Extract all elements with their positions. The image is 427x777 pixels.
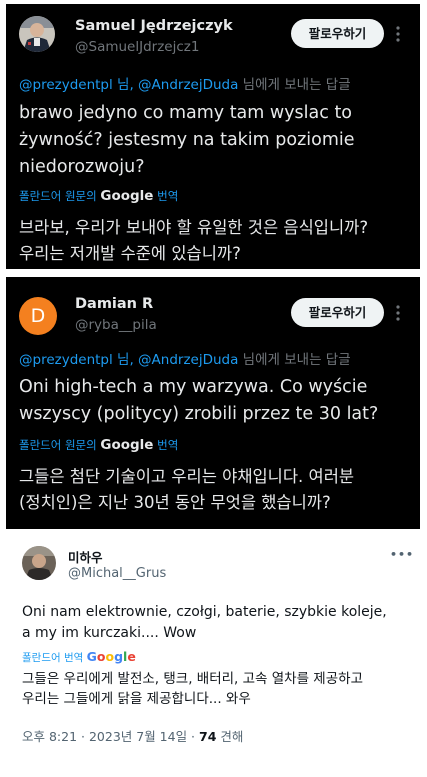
author-name[interactable]: 미하우 — [68, 547, 103, 566]
translation-attribution[interactable]: 폴란드어 원문의 Google 번역 — [19, 188, 178, 204]
reply-mentions-link[interactable]: @prezydentpl 님, @AndrzejDuda — [19, 352, 238, 368]
tweet-card-2: D Damian R @ryba__pila 팔로우하기 @prezydentp… — [6, 277, 420, 529]
more-options-icon[interactable] — [396, 305, 400, 321]
translated-text-line: 브라보, 우리가 보내야 할 유일한 것은 음식입니까? — [19, 218, 369, 237]
translated-text-line: 그들은 우리에게 발전소, 탱크, 배터리, 고속 열차를 제공하고 — [22, 671, 363, 687]
translated-text: 브라보, 우리가 보내야 할 유일한 것은 음식입니까? 우리는 저개발 수준에… — [19, 215, 419, 267]
translate-suffix: 번역 — [153, 438, 179, 452]
translated-text-line: (정치인)은 지난 30년 동안 무엇을 했습니까? — [19, 493, 331, 512]
avatar[interactable] — [22, 546, 56, 580]
translate-suffix: 번역 — [153, 189, 179, 203]
google-logo: Google — [100, 437, 154, 453]
tweet-card-3: 미하우 @Michal__Grus ••• Oni nam elektrowni… — [0, 533, 427, 773]
more-options-icon[interactable] — [396, 26, 400, 42]
translated-text-line: 그들은 첨단 기술이고 우리는 야채입니다. 여러분 — [19, 467, 355, 486]
views-label: 견해 — [216, 729, 244, 744]
tweet-text-line: a my im kurczaki.... Wow — [22, 625, 197, 641]
author-name[interactable]: Damian R — [75, 296, 153, 312]
reply-to-line: @prezydentpl 님, @AndrzejDuda 님에게 보내는 답글 — [19, 348, 351, 368]
translated-text: 그들은 첨단 기술이고 우리는 야채입니다. 여러분 (정치인)은 지난 30년… — [19, 464, 419, 516]
tweet-timestamp[interactable]: 오후 8:21 · 2023년 7월 14일 · — [22, 729, 199, 744]
follow-button[interactable]: 팔로우하기 — [291, 298, 384, 327]
tweet-text: Oni nam elektrownie, czołgi, baterie, sz… — [22, 602, 422, 644]
translated-text-line: 우리는 그들에게 닭을 제공합니다... 와우 — [22, 691, 251, 707]
google-logo: Google — [86, 649, 136, 664]
reply-suffix: 님에게 보내는 답글 — [238, 77, 351, 93]
views-count: 74 — [199, 729, 217, 744]
translation-attribution[interactable]: 폴란드어 원문의 Google 번역 — [19, 437, 178, 453]
tweet-text-line: brawo jedyno co mamy tam wyslac to — [19, 103, 353, 123]
profile-photo — [22, 546, 56, 580]
reply-mentions-link[interactable]: @prezydentpl 님, @AndrzejDuda — [19, 77, 238, 93]
translation-attribution[interactable]: 폴란드어 번역 Google — [22, 649, 136, 665]
author-handle[interactable]: @ryba__pila — [75, 317, 157, 333]
tweet-text-line: żywność? jestesmy na takim poziomie — [19, 130, 355, 150]
translated-text: 그들은 우리에게 발전소, 탱크, 배터리, 고속 열차를 제공하고 우리는 그… — [22, 669, 422, 709]
tweet-text-line: Oni high-tech a my warzywa. Co wyście — [19, 377, 368, 397]
tweet-text-line: Oni nam elektrownie, czołgi, baterie, sz… — [22, 604, 387, 620]
more-options-icon[interactable]: ••• — [390, 549, 414, 561]
translate-prefix: 폴란드어 원문의 — [19, 189, 101, 203]
avatar[interactable]: D — [19, 297, 57, 335]
profile-photo — [19, 16, 55, 52]
tweet-metadata: 오후 8:21 · 2023년 7월 14일 · 74 견해 — [22, 726, 243, 745]
avatar[interactable] — [19, 16, 55, 52]
author-handle[interactable]: @SamuelJdrzejcz1 — [75, 39, 199, 55]
translate-prefix: 폴란드어 원문의 — [19, 438, 101, 452]
google-logo: Google — [100, 188, 154, 204]
author-handle[interactable]: @Michal__Grus — [68, 566, 166, 581]
tweet-text-line: wszyscy (politycy) zrobili przez te 30 l… — [19, 404, 379, 424]
tweet-card-1: Samuel Jędrzejczyk @SamuelJdrzejcz1 팔로우하… — [6, 4, 420, 269]
author-name[interactable]: Samuel Jędrzejczyk — [75, 18, 233, 34]
reply-suffix: 님에게 보내는 답글 — [238, 352, 351, 368]
follow-button[interactable]: 팔로우하기 — [291, 19, 384, 48]
avatar-letter: D — [30, 305, 46, 327]
translated-text-line: 우리는 저개발 수준에 있습니까? — [19, 244, 241, 263]
tweet-text: brawo jedyno co mamy tam wyslac to żywno… — [19, 100, 419, 181]
translate-prefix: 폴란드어 번역 — [22, 652, 87, 664]
reply-to-line: @prezydentpl 님, @AndrzejDuda 님에게 보내는 답글 — [19, 73, 351, 93]
tweet-text-line: niedorozwoju? — [19, 157, 145, 177]
tweet-text: Oni high-tech a my warzywa. Co wyście ws… — [19, 374, 419, 428]
